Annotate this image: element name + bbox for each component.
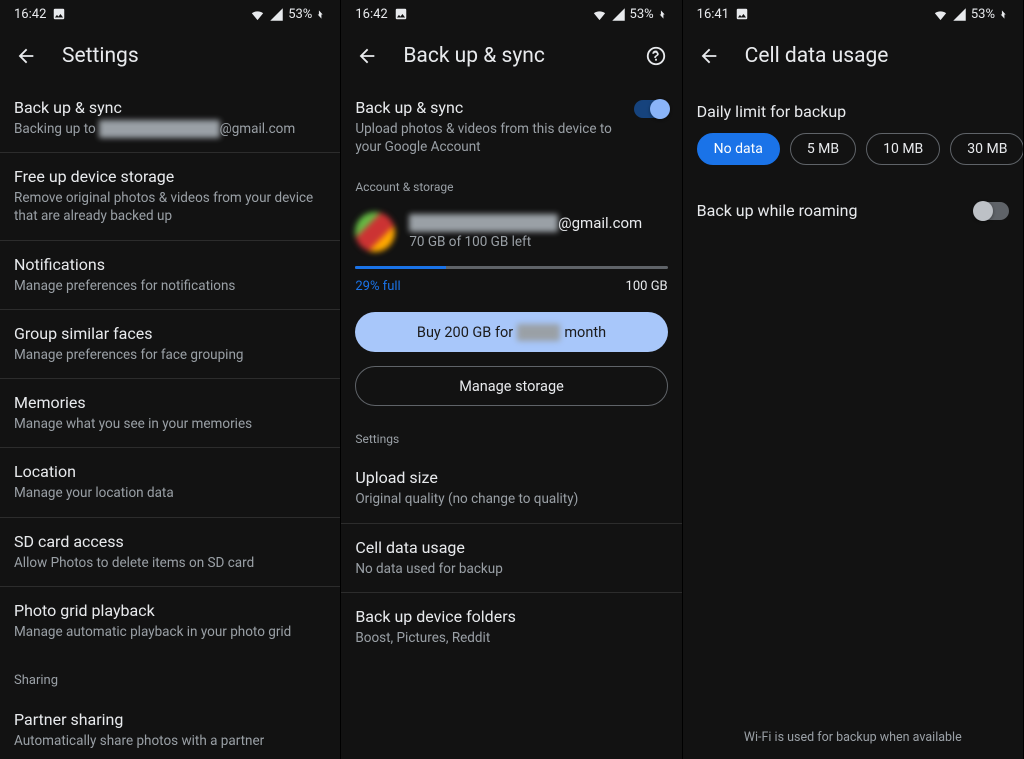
item-title: Memories xyxy=(14,393,326,412)
status-bar: 16:41 53% xyxy=(683,0,1023,28)
item-subtitle: Manage automatic playback in your photo … xyxy=(14,623,326,641)
intro-subtitle: Upload photos & videos from this device … xyxy=(355,120,621,156)
item-title: Upload size xyxy=(355,468,667,487)
status-time: 16:41 xyxy=(697,7,729,22)
wifi-icon xyxy=(592,7,607,22)
section-sharing: Sharing xyxy=(0,655,340,696)
status-battery: 53% xyxy=(630,7,654,22)
progress-bar xyxy=(355,266,667,269)
item-title: Back up & sync xyxy=(14,98,326,117)
item-subtitle: Manage preferences for notifications xyxy=(14,277,326,295)
settings-list: Back up & sync Backing up to xxxxxxxxxxx… xyxy=(0,84,340,759)
toggle-roaming[interactable] xyxy=(975,202,1009,220)
image-icon xyxy=(394,7,408,21)
charging-icon xyxy=(316,7,326,22)
daily-limit-chips: No data 5 MB 10 MB 30 MB Un xyxy=(683,133,1023,165)
toggle-backup-sync[interactable] xyxy=(634,100,668,118)
item-subtitle: Manage your location data xyxy=(14,484,326,502)
daily-limit-label: Daily limit for backup xyxy=(683,84,1023,133)
status-battery: 53% xyxy=(288,7,312,22)
item-title: Free up device storage xyxy=(14,167,326,186)
item-location[interactable]: Location Manage your location data xyxy=(0,448,340,517)
item-group-similar-faces[interactable]: Group similar faces Manage preferences f… xyxy=(0,310,340,379)
app-bar: Settings xyxy=(0,28,340,84)
progress-fill xyxy=(355,266,446,269)
chip-10mb[interactable]: 10 MB xyxy=(866,133,940,165)
item-upload-size[interactable]: Upload size Original quality (no change … xyxy=(341,454,681,523)
screen-cell-data-usage: 16:41 53% Cell data usage Daily limit fo… xyxy=(683,0,1024,759)
chip-30mb[interactable]: 30 MB xyxy=(950,133,1023,165)
item-notifications[interactable]: Notifications Manage preferences for not… xyxy=(0,241,340,310)
footer-note: Wi-Fi is used for backup when available xyxy=(683,730,1023,745)
chip-no-data[interactable]: No data xyxy=(697,133,780,165)
item-subtitle: Allow Photos to delete items on SD card xyxy=(14,554,326,572)
item-partner-sharing[interactable]: Partner sharing Automatically share phot… xyxy=(0,696,340,759)
buy-storage-button[interactable]: Buy 200 GB for xxxxxx month xyxy=(355,312,667,352)
item-title: Group similar faces xyxy=(14,324,326,343)
page-title: Settings xyxy=(62,44,326,68)
item-memories[interactable]: Memories Manage what you see in your mem… xyxy=(0,379,340,448)
back-icon[interactable] xyxy=(697,44,721,68)
signal-icon xyxy=(952,7,967,22)
roaming-row[interactable]: Back up while roaming xyxy=(683,165,1023,220)
help-icon[interactable] xyxy=(644,44,668,68)
item-subtitle: Manage what you see in your memories xyxy=(14,415,326,433)
page-title: Back up & sync xyxy=(403,44,619,68)
screen-back-up-sync: 16:42 53% Back up & sync Back up & sync … xyxy=(341,0,682,759)
back-icon[interactable] xyxy=(355,44,379,68)
item-subtitle: Remove original photos & videos from you… xyxy=(14,189,326,225)
item-title: Partner sharing xyxy=(14,710,326,729)
storage-progress: 29% full 100 GB xyxy=(341,258,681,298)
item-subtitle: Automatically share photos with a partne… xyxy=(14,732,326,750)
item-photo-grid-playback[interactable]: Photo grid playback Manage automatic pla… xyxy=(0,587,340,655)
back-icon[interactable] xyxy=(14,44,38,68)
backup-sync-intro: Back up & sync Upload photos & videos fr… xyxy=(341,84,681,162)
item-title: Back up device folders xyxy=(355,607,667,626)
item-subtitle: Boost, Pictures, Reddit xyxy=(355,629,667,647)
progress-total: 100 GB xyxy=(626,279,668,294)
status-time: 16:42 xyxy=(355,7,387,22)
roaming-label: Back up while roaming xyxy=(697,201,858,220)
item-title: Notifications xyxy=(14,255,326,274)
wifi-icon xyxy=(933,7,948,22)
status-bar: 16:42 53% xyxy=(0,0,340,28)
page-title: Cell data usage xyxy=(745,44,1009,68)
item-subtitle: Manage preferences for face grouping xyxy=(14,346,326,364)
screen-settings: 16:42 53% Settings Back up & sync xyxy=(0,0,341,759)
account-quota: 70 GB of 100 GB left xyxy=(409,234,642,250)
app-bar: Back up & sync xyxy=(341,28,681,84)
item-cell-data-usage[interactable]: Cell data usage No data used for backup xyxy=(341,524,681,593)
item-subtitle: Backing up to xxxxxxxxxxxxxxxxxx@gmail.c… xyxy=(14,120,326,138)
account-email: xxxxxxxxxxxxxxxxxxxx@gmail.com xyxy=(409,214,642,232)
item-title: Location xyxy=(14,462,326,481)
item-subtitle: Original quality (no change to quality) xyxy=(355,490,667,508)
item-subtitle: No data used for backup xyxy=(355,560,667,578)
intro-title: Back up & sync xyxy=(355,98,621,117)
app-bar: Cell data usage xyxy=(683,28,1023,84)
item-title: Cell data usage xyxy=(355,538,667,557)
item-backup-device-folders[interactable]: Back up device folders Boost, Pictures, … xyxy=(341,593,681,661)
wifi-icon xyxy=(250,7,265,22)
item-sd-card-access[interactable]: SD card access Allow Photos to delete it… xyxy=(0,518,340,587)
item-free-up-storage[interactable]: Free up device storage Remove original p… xyxy=(0,153,340,240)
progress-percent: 29% full xyxy=(355,279,400,294)
charging-icon xyxy=(658,7,668,22)
avatar xyxy=(355,212,395,252)
charging-icon xyxy=(999,7,1009,22)
account-row[interactable]: xxxxxxxxxxxxxxxxxxxx@gmail.com 70 GB of … xyxy=(341,202,681,258)
image-icon xyxy=(52,7,66,21)
signal-icon xyxy=(611,7,626,22)
status-battery: 53% xyxy=(971,7,995,22)
item-back-up-sync[interactable]: Back up & sync Backing up to xxxxxxxxxxx… xyxy=(0,84,340,153)
status-bar: 16:42 53% xyxy=(341,0,681,28)
image-icon xyxy=(735,7,749,21)
signal-icon xyxy=(269,7,284,22)
section-settings: Settings xyxy=(341,406,681,454)
status-time: 16:42 xyxy=(14,7,46,22)
chip-5mb[interactable]: 5 MB xyxy=(790,133,856,165)
item-title: Photo grid playback xyxy=(14,601,326,620)
manage-storage-button[interactable]: Manage storage xyxy=(355,366,667,406)
item-title: SD card access xyxy=(14,532,326,551)
section-account-storage: Account & storage xyxy=(341,162,681,202)
